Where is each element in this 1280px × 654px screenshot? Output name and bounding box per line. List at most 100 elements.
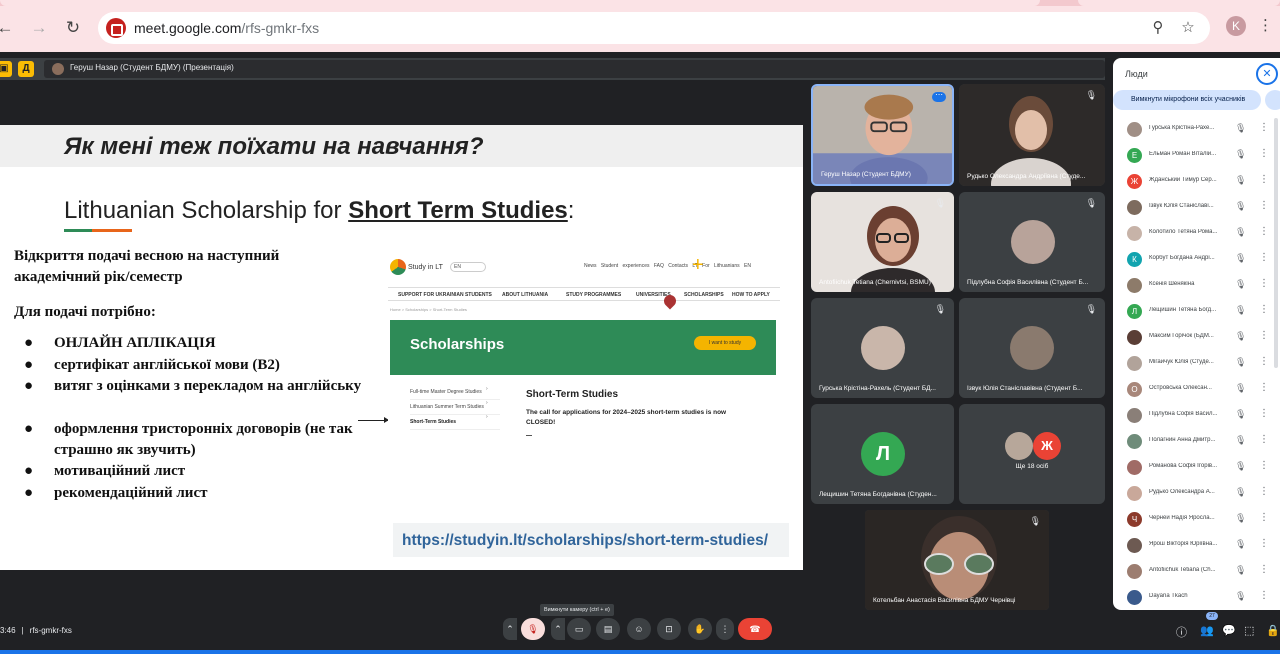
mic-off-icon[interactable]: 🎙 [1235,591,1246,602]
people-list-scrollbar[interactable] [1274,118,1278,368]
mic-off-icon[interactable]: 🎙 [1235,331,1246,342]
mic-off-icon[interactable]: 🎙 [1235,253,1246,264]
mic-off-icon[interactable]: 🎙 [1235,565,1246,576]
mic-off-icon[interactable]: 🎙 [1235,513,1246,524]
people-icon[interactable]: 👥 [1200,624,1214,637]
chat-icon[interactable]: 💬 [1222,624,1236,637]
presenter-chip[interactable]: Геруш Назар (Студент БДМУ) (Презентація) [44,60,1105,78]
activities-icon[interactable]: Д [18,61,34,77]
browser-menu-icon[interactable]: ⋮ [1258,16,1273,34]
people-list-item[interactable]: Мігайчук Юлія (Студе... 🎙 ⋮ [1113,350,1280,376]
participant-tile[interactable]: ⋯ Геруш Назар (Студент БДМУ) [811,84,954,186]
more-options-button[interactable]: ⋮ [716,618,734,640]
camera-options-icon[interactable]: ⌃ [551,618,565,640]
mic-off-icon[interactable]: 🎙 [1235,435,1246,446]
active-tab[interactable] [0,0,1040,6]
person-more-icon[interactable]: ⋮ [1259,512,1269,523]
present-button[interactable]: ⊡ [657,618,681,640]
bookmark-star-icon[interactable]: ☆ [1178,18,1198,38]
person-more-icon[interactable]: ⋮ [1259,356,1269,367]
mic-off-icon[interactable]: 🎙 [1235,305,1246,316]
people-list-item[interactable]: Максим Горічок (БДМ... 🎙 ⋮ [1113,324,1280,350]
participant-tile-self[interactable]: 🎙 Котельбан Анастасія Василівна БДМУ Чер… [865,510,1049,610]
zoom-icon[interactable]: ⚲ [1148,18,1168,38]
forward-icon[interactable]: → [28,17,50,39]
person-more-icon[interactable]: ⋮ [1259,486,1269,497]
participant-tile[interactable]: 🎙 Рудько Олександра Андріївна (Студе... [959,84,1105,186]
people-list-item[interactable]: Колотило Тетяна Рома... 🎙 ⋮ [1113,220,1280,246]
mic-toggle-button[interactable]: 🎙 [521,618,545,640]
mic-off-icon[interactable]: 🎙 [1235,175,1246,186]
reload-icon[interactable]: ↻ [62,17,84,39]
host-controls-icon[interactable]: 🔒 [1266,624,1280,637]
mic-off-icon[interactable]: 🎙 [1235,357,1246,368]
person-more-icon[interactable]: ⋮ [1259,278,1269,289]
mic-off-icon[interactable]: 🎙 [1235,487,1246,498]
mic-off-icon[interactable]: 🎙 [1235,201,1246,212]
people-list-item[interactable]: Ярош Вікторія Юріївна... 🎙 ⋮ [1113,532,1280,558]
participant-tile[interactable]: 🎙 Antofiichuk Tetiana (Chernivtsi, BSMU) [811,192,954,292]
people-list-item[interactable]: Antofiichuk Tetiana (Ch... 🎙 ⋮ [1113,558,1280,584]
raise-hand-button[interactable]: ✋ [688,618,712,640]
person-more-icon[interactable]: ⋮ [1259,148,1269,159]
back-icon[interactable]: ← [0,17,16,39]
people-list-item[interactable]: О Островська Олексан... 🎙 ⋮ [1113,376,1280,402]
people-list-item[interactable]: Гурська Крістіна-Рахе... 🎙 ⋮ [1113,116,1280,142]
meeting-details-icon[interactable]: ⓘ [1176,624,1187,640]
note-icon[interactable]: ▣ [0,61,12,77]
person-more-icon[interactable]: ⋮ [1259,564,1269,575]
person-more-icon[interactable]: ⋮ [1259,304,1269,315]
add-people-button[interactable] [1265,90,1280,110]
participant-tile[interactable]: 🎙 Ізвук Юлія Станіславівна (Студент Б... [959,298,1105,398]
reactions-button[interactable]: ☺ [627,618,651,640]
person-more-icon[interactable]: ⋮ [1259,408,1269,419]
people-list-item[interactable]: Ізвук Юлія Станіславі... 🎙 ⋮ [1113,194,1280,220]
captions-button[interactable]: ▤ [596,618,620,640]
person-more-icon[interactable]: ⋮ [1259,460,1269,471]
mic-off-icon[interactable]: 🎙 [1235,383,1246,394]
other-tab[interactable] [1078,0,1280,6]
url-text[interactable]: meet.google.com/rfs-gmkr-fxs [134,20,319,36]
people-list-item[interactable]: Ж Жданський Тимур Сер... 🎙 ⋮ [1113,168,1280,194]
address-bar[interactable]: meet.google.com/rfs-gmkr-fxs ⚲ ☆ [98,12,1210,44]
person-more-icon[interactable]: ⋮ [1259,226,1269,237]
person-more-icon[interactable]: ⋮ [1259,434,1269,445]
person-more-icon[interactable]: ⋮ [1259,122,1269,133]
person-more-icon[interactable]: ⋮ [1259,174,1269,185]
person-more-icon[interactable]: ⋮ [1259,590,1269,601]
mute-all-button[interactable]: Вимкнути мікрофони всіх учасників [1113,90,1261,110]
participant-tile[interactable]: Л Лещишин Тетяна Богданівна (Студен... [811,404,954,504]
tile-more-icon[interactable]: ⋯ [932,91,946,102]
mic-off-icon[interactable]: 🎙 [1235,279,1246,290]
person-more-icon[interactable]: ⋮ [1259,200,1269,211]
mic-off-icon[interactable]: 🎙 [1235,461,1246,472]
person-more-icon[interactable]: ⋮ [1259,252,1269,263]
participant-tile-overflow[interactable]: Ж Ще 18 осіб [959,404,1105,504]
mic-off-icon[interactable]: 🎙 [1235,409,1246,420]
people-list-item[interactable]: Л Лещишин Тетяна Богд... 🎙 ⋮ [1113,298,1280,324]
people-list-item[interactable]: Dayana Tkach 🎙 ⋮ [1113,584,1280,610]
people-list-item[interactable]: Підлубна Софія Васил... 🎙 ⋮ [1113,402,1280,428]
person-more-icon[interactable]: ⋮ [1259,382,1269,393]
participant-tile[interactable]: 🎙 Підлубна Софія Василівна (Студент Б... [959,192,1105,292]
people-list-item[interactable]: К Корбут Богдана Андрі... 🎙 ⋮ [1113,246,1280,272]
mic-off-icon[interactable]: 🎙 [1235,149,1246,160]
people-list-item[interactable]: Е Ельман Роман Віталій... 🎙 ⋮ [1113,142,1280,168]
person-more-icon[interactable]: ⋮ [1259,330,1269,341]
camera-toggle-button[interactable]: ▭ [567,618,591,640]
people-list-item[interactable]: Ксенія Шенякіна 🎙 ⋮ [1113,272,1280,298]
people-list-item[interactable]: Романова Софія Ігорів... 🎙 ⋮ [1113,454,1280,480]
mic-off-icon[interactable]: 🎙 [1235,539,1246,550]
people-list-item[interactable]: Рудько Олександра А... 🎙 ⋮ [1113,480,1280,506]
mic-off-icon[interactable]: 🎙 [1235,123,1246,134]
people-list-item[interactable]: Полагнин Анна Дмитр... 🎙 ⋮ [1113,428,1280,454]
people-list-item[interactable]: Ч Черней Надія Яросла... 🎙 ⋮ [1113,506,1280,532]
mic-off-icon[interactable]: 🎙 [1235,227,1246,238]
profile-avatar[interactable]: K [1226,16,1246,36]
close-icon[interactable]: ✕ [1256,63,1278,85]
participant-tile[interactable]: 🎙 Гурська Крістіна-Рахель (Студент БД... [811,298,954,398]
mic-options-icon[interactable]: ⌃ [503,618,517,640]
activities-icon[interactable]: ⬚ [1244,624,1254,637]
leave-call-button[interactable]: ☎ [738,618,772,640]
person-more-icon[interactable]: ⋮ [1259,538,1269,549]
